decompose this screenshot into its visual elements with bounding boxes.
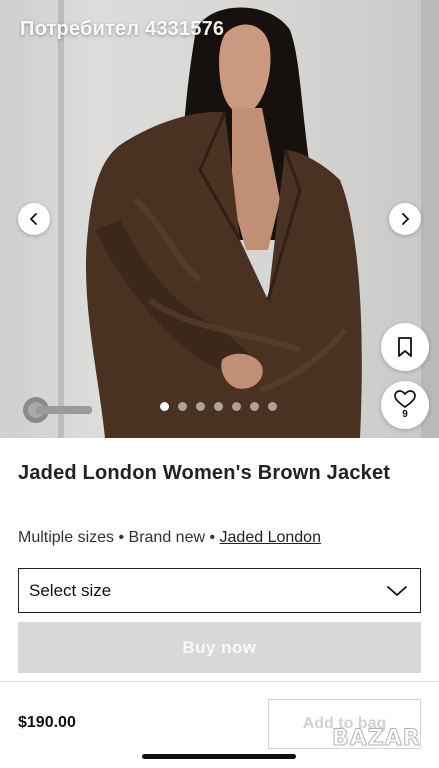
brand-link[interactable]: Jaded London [220,529,321,546]
buy-now-button[interactable]: Buy now [18,622,421,673]
pagination-dot[interactable] [250,402,259,411]
door-handle [23,397,92,423]
chevron-left-icon [29,213,37,225]
price: $190.00 [18,714,76,731]
image-pagination-dots[interactable] [160,402,277,411]
save-button[interactable] [381,323,429,371]
footer-divider [0,681,439,682]
product-title: Jaded London Women's Brown Jacket [18,462,391,484]
home-indicator[interactable] [142,754,296,759]
next-image-button[interactable] [389,203,421,235]
heart-icon [394,390,416,409]
product-meta: Multiple sizes • Brand new • Jaded Londo… [18,529,321,547]
chevron-down-icon [387,585,407,596]
pagination-dot[interactable] [196,402,205,411]
condition: Brand new [128,529,206,546]
chevron-right-icon [402,213,410,225]
size-select[interactable]: Select size [18,568,421,613]
product-image-gallery[interactable]: Потребител 4331576 9 [0,0,439,438]
favorite-count: 9 [402,409,408,420]
favorite-button[interactable]: 9 [381,381,429,429]
pagination-dot[interactable] [214,402,223,411]
pagination-dot[interactable] [160,402,169,411]
uploader-watermark: Потребител 4331576 [20,18,225,40]
buy-now-label: Buy now [182,637,257,657]
bookmark-icon [398,337,412,357]
pagination-dot[interactable] [178,402,187,411]
size-info: Multiple sizes [18,529,115,546]
pagination-dot[interactable] [268,402,277,411]
previous-image-button[interactable] [18,203,50,235]
meta-separator: • [205,529,220,546]
bazar-logo-watermark: BAZAR [332,726,421,752]
meta-separator: • [114,529,129,546]
pagination-dot[interactable] [232,402,241,411]
size-select-placeholder: Select size [29,580,112,600]
product-photo [85,7,362,438]
